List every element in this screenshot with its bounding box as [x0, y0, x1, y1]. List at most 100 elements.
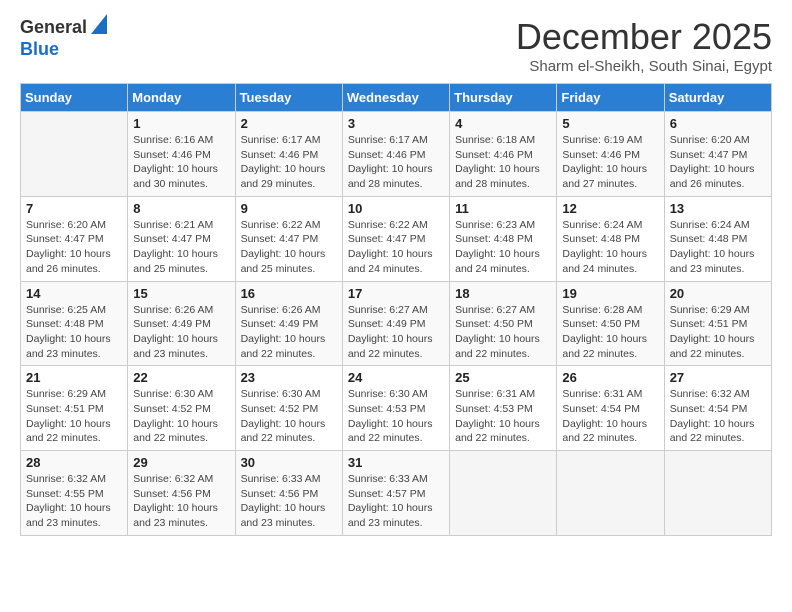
- day-number: 31: [348, 455, 444, 470]
- day-number: 24: [348, 370, 444, 385]
- calendar-cell: 13 Sunrise: 6:24 AMSunset: 4:48 PMDayligh…: [664, 196, 771, 281]
- cell-info: Sunrise: 6:16 AMSunset: 4:46 PMDaylight:…: [133, 133, 229, 192]
- calendar-cell: 30Sunrise: 6:33 AMSunset: 4:56 PMDayligh…: [235, 451, 342, 536]
- day-number: 4: [455, 116, 551, 131]
- cell-info: Sunrise: 6:32 AMSunset: 4:56 PMDaylight:…: [133, 472, 229, 531]
- calendar-cell: 9 Sunrise: 6:22 AMSunset: 4:47 PMDaylight…: [235, 196, 342, 281]
- day-number: 8: [133, 201, 229, 216]
- cell-info: Sunrise: 6:30 AMSunset: 4:53 PMDaylight:…: [348, 387, 444, 446]
- calendar-cell: [450, 451, 557, 536]
- calendar-cell: 4 Sunrise: 6:18 AMSunset: 4:46 PMDaylight…: [450, 112, 557, 197]
- day-number: 29: [133, 455, 229, 470]
- calendar-cell: 10 Sunrise: 6:22 AMSunset: 4:47 PMDayligh…: [342, 196, 449, 281]
- day-number: 14: [26, 286, 122, 301]
- day-number: 25: [455, 370, 551, 385]
- calendar-cell: 24 Sunrise: 6:30 AMSunset: 4:53 PMDayligh…: [342, 366, 449, 451]
- cell-info: Sunrise: 6:20 AMSunset: 4:47 PMDaylight:…: [26, 218, 122, 277]
- calendar-cell: 14 Sunrise: 6:25 AMSunset: 4:48 PMDayligh…: [21, 281, 128, 366]
- calendar-cell: 20Sunrise: 6:29 AMSunset: 4:51 PMDayligh…: [664, 281, 771, 366]
- page-header: General Blue December 2025 Sharm el-Shei…: [20, 16, 772, 75]
- calendar-cell: 26Sunrise: 6:31 AMSunset: 4:54 PMDayligh…: [557, 366, 664, 451]
- calendar-cell: 27 Sunrise: 6:32 AMSunset: 4:54 PMDayligh…: [664, 366, 771, 451]
- calendar-cell: 18 Sunrise: 6:27 AMSunset: 4:50 PMDayligh…: [450, 281, 557, 366]
- month-title: December 2025: [516, 16, 772, 58]
- day-number: 7: [26, 201, 122, 216]
- cell-info: Sunrise: 6:24 AMSunset: 4:48 PMDaylight:…: [562, 218, 658, 277]
- calendar-cell: 15 Sunrise: 6:26 AMSunset: 4:49 PMDayligh…: [128, 281, 235, 366]
- calendar-cell: 8 Sunrise: 6:21 AMSunset: 4:47 PMDaylight…: [128, 196, 235, 281]
- calendar-cell: 22 Sunrise: 6:30 AMSunset: 4:52 PMDayligh…: [128, 366, 235, 451]
- day-number: 1: [133, 116, 229, 131]
- calendar-cell: [664, 451, 771, 536]
- day-number: 30: [241, 455, 337, 470]
- cell-info: Sunrise: 6:22 AMSunset: 4:47 PMDaylight:…: [348, 218, 444, 277]
- calendar-cell: 23Sunrise: 6:30 AMSunset: 4:52 PMDayligh…: [235, 366, 342, 451]
- cell-info: Sunrise: 6:30 AMSunset: 4:52 PMDaylight:…: [241, 387, 337, 446]
- day-number: 2: [241, 116, 337, 131]
- cell-info: Sunrise: 6:26 AMSunset: 4:49 PMDaylight:…: [241, 303, 337, 362]
- day-number: 26: [562, 370, 658, 385]
- cell-info: Sunrise: 6:26 AMSunset: 4:49 PMDaylight:…: [133, 303, 229, 362]
- calendar-cell: 31 Sunrise: 6:33 AMSunset: 4:57 PMDayligh…: [342, 451, 449, 536]
- cell-info: Sunrise: 6:18 AMSunset: 4:46 PMDaylight:…: [455, 133, 551, 192]
- cell-info: Sunrise: 6:17 AMSunset: 4:46 PMDaylight:…: [241, 133, 337, 192]
- calendar-cell: 3Sunrise: 6:17 AMSunset: 4:46 PMDaylight…: [342, 112, 449, 197]
- day-number: 9: [241, 201, 337, 216]
- day-number: 27: [670, 370, 766, 385]
- cell-info: Sunrise: 6:25 AMSunset: 4:48 PMDaylight:…: [26, 303, 122, 362]
- calendar-cell: 12Sunrise: 6:24 AMSunset: 4:48 PMDayligh…: [557, 196, 664, 281]
- calendar-cell: 5 Sunrise: 6:19 AMSunset: 4:46 PMDaylight…: [557, 112, 664, 197]
- cell-info: Sunrise: 6:32 AMSunset: 4:54 PMDaylight:…: [670, 387, 766, 446]
- logo: General Blue: [20, 16, 107, 61]
- cell-info: Sunrise: 6:22 AMSunset: 4:47 PMDaylight:…: [241, 218, 337, 277]
- calendar-cell: 7 Sunrise: 6:20 AMSunset: 4:47 PMDaylight…: [21, 196, 128, 281]
- header-saturday: Saturday: [664, 84, 771, 112]
- calendar-cell: 1 Sunrise: 6:16 AMSunset: 4:46 PMDaylight…: [128, 112, 235, 197]
- cell-info: Sunrise: 6:31 AMSunset: 4:53 PMDaylight:…: [455, 387, 551, 446]
- day-number: 18: [455, 286, 551, 301]
- day-number: 3: [348, 116, 444, 131]
- cell-info: Sunrise: 6:19 AMSunset: 4:46 PMDaylight:…: [562, 133, 658, 192]
- day-number: 28: [26, 455, 122, 470]
- week-row-4: 21 Sunrise: 6:29 AMSunset: 4:51 PMDayligh…: [21, 366, 772, 451]
- day-number: 22: [133, 370, 229, 385]
- day-number: 19: [562, 286, 658, 301]
- day-number: 6: [670, 116, 766, 131]
- day-number: 16: [241, 286, 337, 301]
- cell-info: Sunrise: 6:28 AMSunset: 4:50 PMDaylight:…: [562, 303, 658, 362]
- cell-info: Sunrise: 6:33 AMSunset: 4:57 PMDaylight:…: [348, 472, 444, 531]
- cell-info: Sunrise: 6:30 AMSunset: 4:52 PMDaylight:…: [133, 387, 229, 446]
- day-number: 5: [562, 116, 658, 131]
- header-sunday: Sunday: [21, 84, 128, 112]
- cell-info: Sunrise: 6:29 AMSunset: 4:51 PMDaylight:…: [26, 387, 122, 446]
- day-number: 15: [133, 286, 229, 301]
- cell-info: Sunrise: 6:21 AMSunset: 4:47 PMDaylight:…: [133, 218, 229, 277]
- cell-info: Sunrise: 6:23 AMSunset: 4:48 PMDaylight:…: [455, 218, 551, 277]
- day-number: 13: [670, 201, 766, 216]
- calendar-cell: 6Sunrise: 6:20 AMSunset: 4:47 PMDaylight…: [664, 112, 771, 197]
- title-block: December 2025 Sharm el-Sheikh, South Sin…: [516, 16, 772, 75]
- calendar-cell: [21, 112, 128, 197]
- calendar-cell: 29 Sunrise: 6:32 AMSunset: 4:56 PMDayligh…: [128, 451, 235, 536]
- header-tuesday: Tuesday: [235, 84, 342, 112]
- header-thursday: Thursday: [450, 84, 557, 112]
- calendar-cell: [557, 451, 664, 536]
- header-monday: Monday: [128, 84, 235, 112]
- calendar-table: SundayMondayTuesdayWednesdayThursdayFrid…: [20, 83, 772, 536]
- location: Sharm el-Sheikh, South Sinai, Egypt: [516, 58, 772, 75]
- day-number: 21: [26, 370, 122, 385]
- logo-text: General: [20, 17, 87, 39]
- week-row-2: 7 Sunrise: 6:20 AMSunset: 4:47 PMDaylight…: [21, 196, 772, 281]
- calendar-cell: 25 Sunrise: 6:31 AMSunset: 4:53 PMDayligh…: [450, 366, 557, 451]
- week-row-1: 1 Sunrise: 6:16 AMSunset: 4:46 PMDaylight…: [21, 112, 772, 197]
- calendar-cell: 17Sunrise: 6:27 AMSunset: 4:49 PMDayligh…: [342, 281, 449, 366]
- cell-info: Sunrise: 6:24 AMSunset: 4:48 PMDaylight:…: [670, 218, 766, 277]
- day-number: 11: [455, 201, 551, 216]
- week-row-5: 28 Sunrise: 6:32 AMSunset: 4:55 PMDayligh…: [21, 451, 772, 536]
- calendar-cell: 2 Sunrise: 6:17 AMSunset: 4:46 PMDaylight…: [235, 112, 342, 197]
- calendar-cell: 19 Sunrise: 6:28 AMSunset: 4:50 PMDayligh…: [557, 281, 664, 366]
- day-number: 10: [348, 201, 444, 216]
- cell-info: Sunrise: 6:32 AMSunset: 4:55 PMDaylight:…: [26, 472, 122, 531]
- logo-blue-text: Blue: [20, 39, 107, 61]
- cell-info: Sunrise: 6:27 AMSunset: 4:50 PMDaylight:…: [455, 303, 551, 362]
